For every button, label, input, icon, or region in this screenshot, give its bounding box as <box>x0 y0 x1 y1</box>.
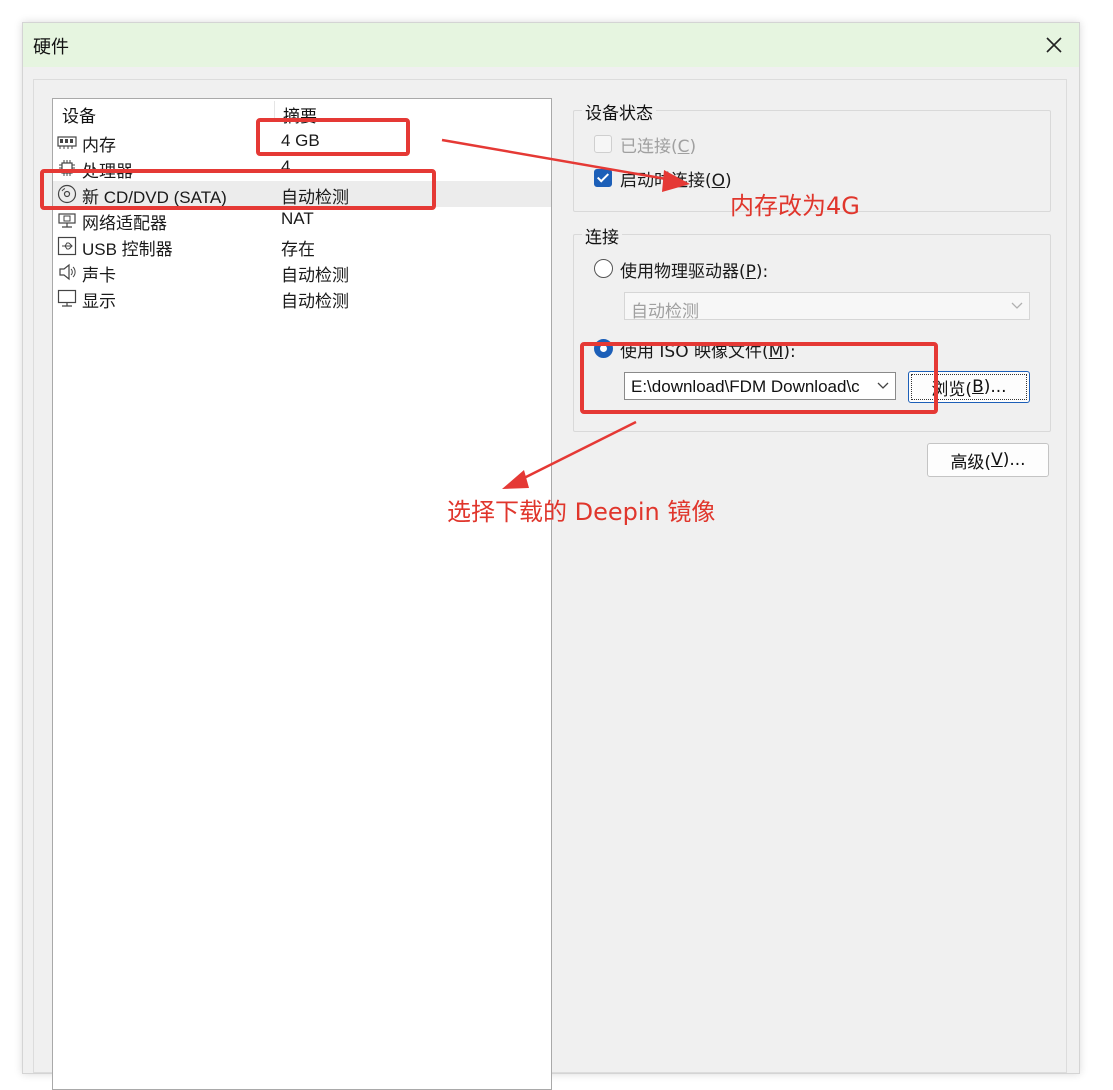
device-name: 内存 <box>82 136 116 156</box>
device-summary: 存在 <box>281 240 315 260</box>
device-name: 显示 <box>82 292 116 312</box>
physical-drive-select[interactable]: 自动检测 <box>624 292 1030 322</box>
close-icon <box>1046 37 1062 53</box>
annotation-box-iso <box>580 342 938 414</box>
advanced-button[interactable]: 高级(V)... <box>927 443 1049 477</box>
device-summary: 自动检测 <box>281 292 349 312</box>
network-adapter-icon <box>58 213 76 228</box>
monitor-icon <box>57 289 77 307</box>
connect-on-power-checkbox[interactable] <box>594 169 612 187</box>
device-row-display[interactable]: 显示 自动检测 <box>53 285 551 312</box>
physical-drive-select-value: 自动检测 <box>631 302 699 322</box>
close-button[interactable] <box>1039 31 1069 59</box>
physical-drive-radio[interactable] <box>594 259 613 278</box>
device-summary: 自动检测 <box>281 266 349 286</box>
annotation-iso-note: 选择下载的 Deepin 镜像 <box>447 498 716 526</box>
dialog-title: 硬件 <box>33 37 69 58</box>
device-summary: NAT <box>281 209 314 228</box>
connected-label: 已连接(C) <box>620 137 697 157</box>
connected-checkbox[interactable] <box>594 135 612 153</box>
device-name: USB 控制器 <box>82 240 173 259</box>
connect-on-power-label: 启动时连接(O) <box>620 171 732 191</box>
device-row-sound[interactable]: 声卡 自动检测 <box>53 259 551 286</box>
physical-drive-label: 使用物理驱动器(P): <box>620 262 769 282</box>
title-bar: 硬件 <box>23 23 1079 67</box>
annotation-memory-note: 内存改为4G <box>730 192 860 220</box>
device-status-label: 设备状态 <box>582 99 656 124</box>
device-row-network[interactable]: 网络适配器 NAT <box>53 207 551 234</box>
memory-icon <box>57 136 77 149</box>
dialog-client-area: 设备 摘要 内存 4 GB 处理器 4 新 CD/DVD (SATA) 自动检测… <box>33 79 1067 1090</box>
annotation-box-cd-dvd <box>40 169 436 210</box>
device-name: 声卡 <box>82 266 116 286</box>
chevron-down-icon <box>1011 302 1023 309</box>
device-row-usb[interactable]: USB 控制器 存在 <box>53 233 551 260</box>
connection-label: 连接 <box>582 223 622 248</box>
device-list[interactable]: 设备 摘要 内存 4 GB 处理器 4 新 CD/DVD (SATA) 自动检测… <box>52 98 552 1090</box>
annotation-box-memory <box>256 118 410 156</box>
speaker-icon <box>59 263 76 281</box>
device-name: 网络适配器 <box>82 214 167 234</box>
usb-icon <box>57 236 77 256</box>
column-header-device[interactable]: 设备 <box>62 102 96 127</box>
